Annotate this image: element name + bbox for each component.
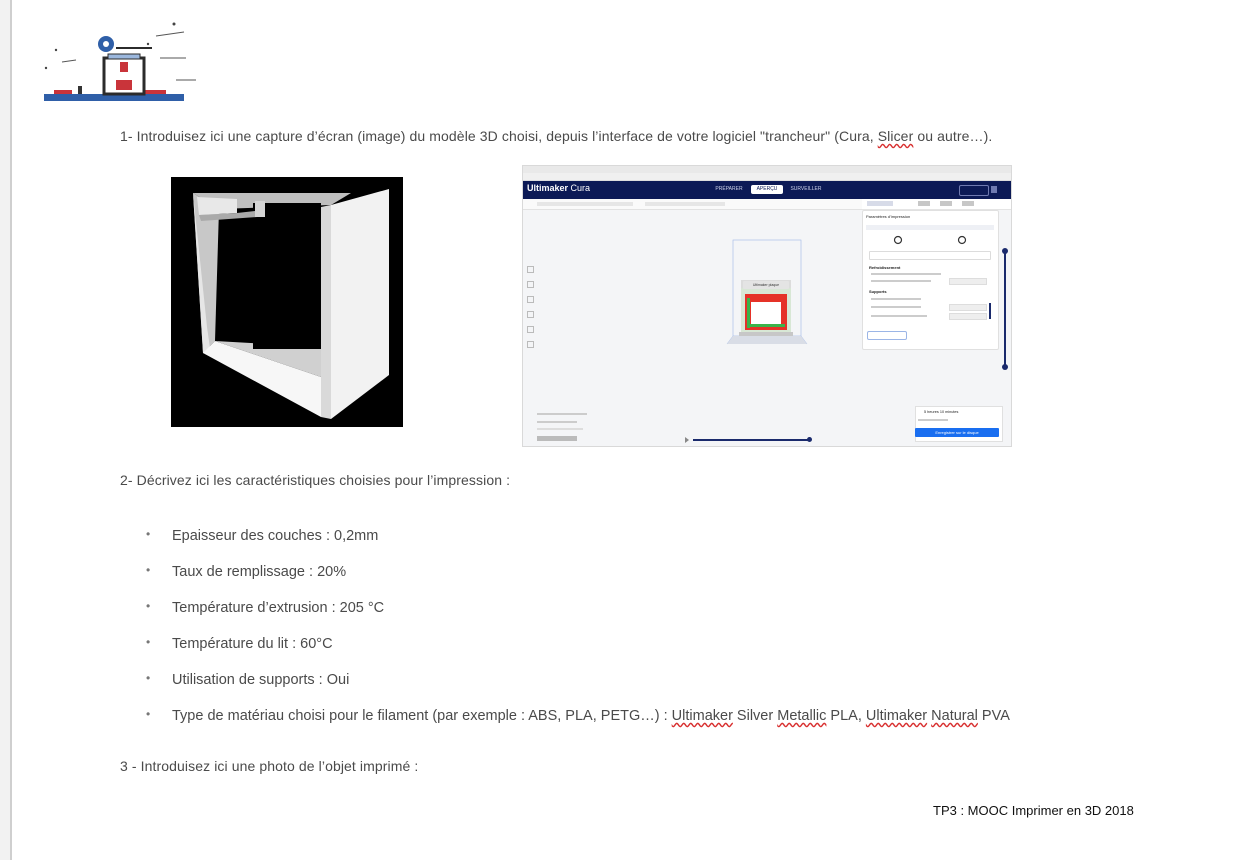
marketplace-button[interactable] xyxy=(959,185,989,196)
spec-infill: Taux de remplissage : 20% xyxy=(140,563,1010,600)
layer-slider-handle-top[interactable] xyxy=(1002,248,1008,254)
material-word: Ultimaker xyxy=(865,708,928,724)
material-word: PVA xyxy=(977,708,1010,724)
printer-logo-icon xyxy=(44,22,196,101)
cura-header: Ultimaker Cura PRÉPARER APERÇU SURVEILLE… xyxy=(523,181,1011,199)
section-cooling[interactable]: Refroidissement xyxy=(869,265,900,270)
cura-menubar xyxy=(523,173,1011,181)
page-left-margin xyxy=(0,0,12,860)
profile-chip[interactable] xyxy=(867,201,893,206)
mirror-tool-icon[interactable] xyxy=(527,311,534,318)
spec-material: Type de matériau choisi pour le filament… xyxy=(140,707,1010,744)
per-model-tool-icon[interactable] xyxy=(527,326,534,333)
material-word: Silver xyxy=(732,708,778,724)
spec-extrusion-temp: Température d’extrusion : 205 °C xyxy=(140,599,1010,636)
material-word: Ultimaker xyxy=(671,708,733,724)
material-usage xyxy=(918,419,948,421)
settings-search-input[interactable] xyxy=(869,251,991,260)
play-icon[interactable] xyxy=(685,437,689,443)
question-1: 1- Introduisez ici une capture d’écran (… xyxy=(120,128,992,144)
spec-supports: Utilisation de supports : Oui xyxy=(140,671,1010,708)
scale-tool-icon[interactable] xyxy=(527,281,534,288)
model-3d-render-image xyxy=(171,177,403,427)
setting-dropdown[interactable] xyxy=(949,313,987,320)
spec-layer-height: Epaisseur des couches : 0,2mm xyxy=(140,527,1010,564)
cura-logo: Ultimaker Cura xyxy=(527,183,591,193)
section-support[interactable]: Supports xyxy=(869,289,887,294)
recommended-icon[interactable] xyxy=(893,235,903,245)
setting-row xyxy=(871,315,927,317)
question-2: 2- Décrivez ici les caractéristiques cho… xyxy=(120,472,511,488)
question-1-end: ou autre…). xyxy=(913,128,993,144)
print-time: 5 heures 10 minutes xyxy=(924,410,959,414)
setting-row xyxy=(871,298,921,300)
setting-row xyxy=(871,280,931,282)
material-word: Metallic xyxy=(777,708,827,724)
infill-chip[interactable] xyxy=(940,201,952,206)
playback-slider-handle[interactable] xyxy=(807,437,812,442)
menu-icon[interactable] xyxy=(991,186,997,193)
printer-select[interactable] xyxy=(537,202,633,206)
material-select[interactable] xyxy=(645,202,725,206)
playback-slider[interactable] xyxy=(693,439,811,441)
setting-dropdown[interactable] xyxy=(949,278,987,285)
tab-monitor[interactable]: SURVEILLER xyxy=(789,185,823,194)
material-word: Natural xyxy=(931,708,978,724)
tool-sidebar xyxy=(527,266,534,356)
setting-dropdown[interactable] xyxy=(949,304,987,311)
cura-titlebar xyxy=(523,166,1011,177)
object-list-row xyxy=(537,428,583,430)
material-word: PLA, xyxy=(826,708,866,724)
object-tooltip: Ultimaker plaque xyxy=(743,281,789,289)
build-volume-view xyxy=(726,239,808,345)
adhesion-chip[interactable] xyxy=(962,201,974,206)
save-to-disk-button[interactable]: Enregistrer sur le disque xyxy=(915,428,999,437)
object-list-row xyxy=(537,421,577,423)
support-chip[interactable] xyxy=(918,201,930,206)
tab-preview[interactable]: APERÇU xyxy=(751,185,783,194)
object-list-row xyxy=(537,413,587,415)
print-settings-panel: Paramètres d’impression Refroidissement … xyxy=(862,210,999,350)
settings-scrollbar[interactable] xyxy=(989,303,991,319)
layer-slider-track[interactable] xyxy=(1004,250,1006,368)
setting-row xyxy=(871,306,921,308)
custom-icon[interactable] xyxy=(957,235,967,245)
cura-slicer-screenshot: Ultimaker Cura PRÉPARER APERÇU SURVEILLE… xyxy=(522,165,1012,447)
profile-row[interactable] xyxy=(866,225,994,230)
spec-bed-temp: Température du lit : 60°C xyxy=(140,635,1010,672)
support-blocker-icon[interactable] xyxy=(527,341,534,348)
document-footer: TP3 : MOOC Imprimer en 3D 2018 xyxy=(933,803,1134,818)
cura-toolbar xyxy=(523,199,863,210)
recommended-button[interactable] xyxy=(867,331,907,340)
question-1-misspelled-word: Slicer xyxy=(877,128,914,144)
question-3: 3 - Introduisez ici une photo de l’objet… xyxy=(120,758,419,774)
move-tool-icon[interactable] xyxy=(527,266,534,273)
rotate-tool-icon[interactable] xyxy=(527,296,534,303)
cura-settings-topbar xyxy=(862,199,1011,210)
print-specs-list: Epaisseur des couches : 0,2mm Taux de re… xyxy=(140,527,1010,744)
question-1-text: 1- Introduisez ici une capture d’écran (… xyxy=(120,128,878,144)
layer-slider-handle-bottom[interactable] xyxy=(1002,364,1008,370)
view-buttons[interactable] xyxy=(537,436,577,441)
print-settings-title: Paramètres d’impression xyxy=(866,214,911,219)
setting-row xyxy=(871,273,941,275)
material-prefix: Type de matériau choisi pour le filament… xyxy=(172,708,672,724)
tab-prepare[interactable]: PRÉPARER xyxy=(713,185,745,194)
